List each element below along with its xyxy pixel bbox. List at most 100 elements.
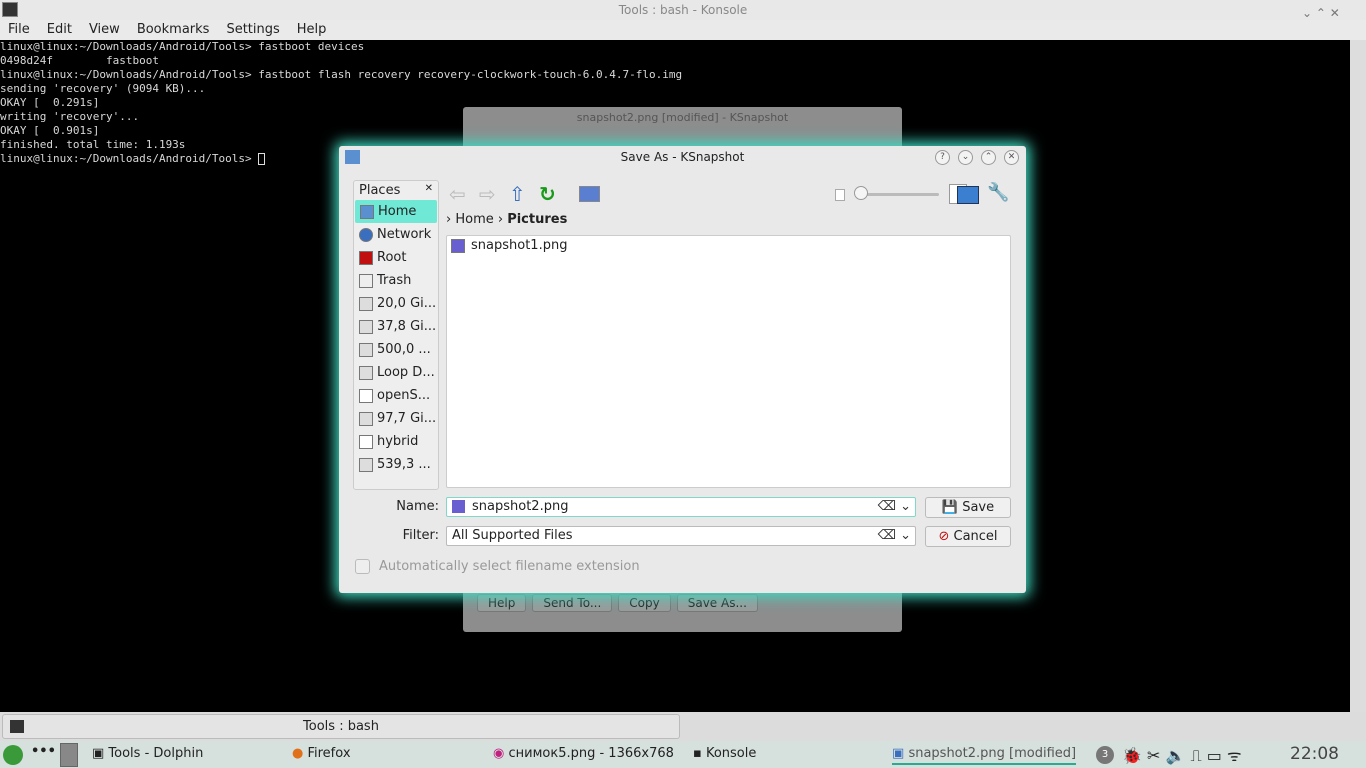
task-ksnapshot[interactable]: ▣ snapshot2.png [modified] — [892, 746, 1077, 765]
back-icon[interactable]: ⇦ — [449, 182, 466, 206]
maximize-icon[interactable]: ⌃ — [981, 150, 996, 165]
send-to-button[interactable]: Send To... — [532, 594, 613, 612]
file-toolbar: ⇦ ⇨ ⇧ ↻ 🔧 — [447, 182, 1017, 208]
breadcrumb: › Home › Pictures — [446, 212, 568, 227]
file-name: snapshot1.png — [471, 238, 568, 253]
place-network[interactable]: Network — [354, 223, 438, 246]
more-icon[interactable]: ••• — [31, 744, 56, 759]
app-launcher-icon[interactable] — [3, 745, 23, 765]
place-label: 97,7 Gi... — [377, 411, 437, 426]
place-drive[interactable]: 539,3 ... — [354, 453, 438, 476]
konsole-titlebar: Tools : bash - Konsole ⌄ ⌃ ✕ — [0, 0, 1366, 20]
task-label: Firefox — [307, 746, 351, 761]
place-drive[interactable]: Loop D... — [354, 361, 438, 384]
terminal-line: linux@linux:~/Downloads/Android/Tools> f… — [0, 68, 683, 81]
menubar: File Edit View Bookmarks Settings Help — [0, 20, 1366, 40]
place-label: Home — [378, 204, 417, 219]
copy-button[interactable]: Copy — [618, 594, 671, 612]
clock[interactable]: 22:08 — [1290, 744, 1339, 764]
zoom-slider-handle[interactable] — [854, 186, 868, 200]
task-image-viewer[interactable]: ◉ снимок5.png - 1366x768 - — [493, 746, 673, 761]
task-dolphin[interactable]: ▣ Tools - Dolphin — [92, 746, 203, 761]
systray-icons[interactable]: 🐞 ✂ 🔈 ⎍ ▭ ᯤ — [1122, 744, 1242, 766]
auto-extension-checkbox[interactable] — [355, 559, 370, 574]
new-folder-icon[interactable] — [957, 186, 979, 204]
drive-icon — [359, 434, 373, 449]
place-drive[interactable]: 97,7 Gi... — [354, 407, 438, 430]
place-label: 20,0 Gi... — [377, 296, 437, 311]
place-label: 37,8 Gi... — [377, 319, 437, 334]
task-label: snapshot2.png [modified] — [908, 746, 1077, 761]
place-root[interactable]: Root — [354, 246, 438, 269]
forward-icon[interactable]: ⇨ — [479, 182, 496, 206]
breadcrumb-home[interactable]: Home — [455, 212, 493, 227]
menu-settings[interactable]: Settings — [226, 20, 288, 40]
home-icon — [360, 204, 374, 219]
save-as-dialog: Save As - KSnapshot ? ⌄ ⌃ ✕ Places ✕ Home… — [339, 146, 1026, 593]
place-label: hybrid — [377, 434, 419, 449]
place-drive[interactable]: 500,0 ... — [354, 338, 438, 361]
place-label: Trash — [377, 273, 412, 288]
places-panel: Places ✕ Home Network Root Trash 20,0 Gi.… — [353, 180, 439, 490]
terminal-scrollbar[interactable] — [1350, 40, 1366, 712]
ksnapshot-icon — [345, 150, 360, 164]
breadcrumb-pictures[interactable]: Pictures — [507, 212, 567, 227]
place-drive[interactable]: 37,8 Gi... — [354, 315, 438, 338]
file-list[interactable]: snapshot1.png — [446, 235, 1011, 488]
save-as-button[interactable]: Save As... — [676, 594, 758, 612]
tab-tools-bash[interactable]: Tools : bash — [2, 714, 680, 739]
drive-icon — [359, 342, 373, 357]
konsole-tabbar: Tools : bash — [0, 712, 1366, 741]
options-icon[interactable]: 🔧 — [987, 182, 1009, 203]
konsole-icon — [2, 2, 18, 17]
task-firefox[interactable]: ● Firefox — [292, 746, 351, 761]
drive-icon — [359, 411, 373, 426]
drive-icon — [359, 388, 373, 403]
minimize-icon[interactable]: ⌄ — [958, 150, 973, 165]
name-input[interactable]: snapshot2.png ⌫ ⌄ — [446, 497, 916, 517]
filter-select[interactable]: All Supported Files ⌫ ⌄ — [446, 526, 916, 546]
menu-view[interactable]: View — [89, 20, 129, 40]
place-drive[interactable]: openS... — [354, 384, 438, 407]
place-trash[interactable]: Trash — [354, 269, 438, 292]
task-label: Konsole — [705, 746, 757, 761]
menu-bookmarks[interactable]: Bookmarks — [137, 20, 219, 40]
save-label: Save — [962, 500, 995, 515]
notification-badge[interactable]: 3 — [1096, 746, 1114, 764]
terminal-line: sending 'recovery' (9094 KB)... — [0, 82, 206, 95]
cancel-label: Cancel — [953, 529, 998, 544]
up-icon[interactable]: ⇧ — [509, 182, 526, 206]
clear-and-dropdown-icon[interactable]: ⌫ ⌄ — [878, 498, 911, 516]
help-icon[interactable]: ? — [935, 150, 950, 165]
task-label: снимок5.png - 1366x768 - — [508, 746, 673, 761]
window-title: Tools : bash - Konsole — [618, 3, 748, 17]
menu-help[interactable]: Help — [297, 20, 336, 40]
dialog-title: Save As - KSnapshot — [620, 150, 745, 164]
pager-icon[interactable] — [60, 743, 78, 767]
save-button[interactable]: 💾 Save — [925, 497, 1011, 518]
auto-extension-label: Automatically select filename extension — [379, 559, 640, 574]
tab-label: Tools : bash — [303, 719, 379, 734]
close-icon[interactable]: ✕ — [1004, 150, 1019, 165]
place-drive[interactable]: hybrid — [354, 430, 438, 453]
cancel-button[interactable]: ⊘ Cancel — [925, 526, 1011, 547]
small-file-icon — [835, 189, 845, 201]
preview-icon[interactable] — [579, 186, 600, 202]
help-button[interactable]: Help — [477, 594, 527, 612]
task-konsole[interactable]: ▪ Konsole — [693, 746, 756, 761]
folder-red-icon — [359, 250, 373, 265]
place-drive[interactable]: 20,0 Gi... — [354, 292, 438, 315]
drive-icon — [359, 319, 373, 334]
place-label: 539,3 ... — [377, 457, 431, 472]
place-home[interactable]: Home — [355, 200, 437, 223]
file-item[interactable]: snapshot1.png — [447, 236, 1010, 255]
menu-file[interactable]: File — [8, 20, 39, 40]
ksnapshot-title: snapshot2.png [modified] - KSnapshot — [576, 111, 789, 124]
menu-edit[interactable]: Edit — [47, 20, 81, 40]
reload-icon[interactable]: ↻ — [539, 182, 556, 206]
close-places-icon[interactable]: ✕ — [425, 183, 433, 198]
filter-label: Filter: — [402, 528, 439, 543]
terminal-icon — [10, 720, 24, 733]
clear-and-dropdown-icon[interactable]: ⌫ ⌄ — [878, 527, 911, 545]
place-label: Loop D... — [377, 365, 435, 380]
